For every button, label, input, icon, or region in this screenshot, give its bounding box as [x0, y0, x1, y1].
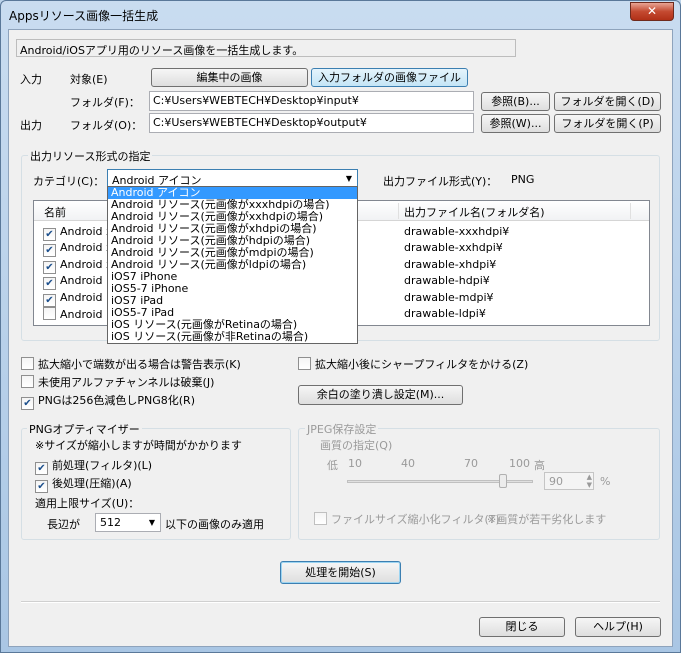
column-name[interactable]: 名前 [44, 204, 66, 220]
description-text: Android/iOSアプリ用のリソース画像を一括生成します。 [16, 39, 516, 57]
quality-low-label: 低 [327, 459, 338, 472]
input-open-folder-button[interactable]: フォルダを開く(D) [554, 92, 661, 111]
filter-note: ※画質が若干劣化します [487, 513, 607, 526]
size-limit-suffix: 以下の画像のみ適用 [165, 518, 264, 531]
input-browse-button[interactable]: 参照(B)... [481, 92, 550, 111]
dropdown-option[interactable]: iOS リソース(元画像が非Retinaの場合) [108, 331, 357, 343]
dropdown-option[interactable]: iOS5-7 iPhone [108, 283, 357, 295]
output-browse-button[interactable]: 参照(W)... [481, 114, 550, 133]
quality-slider-thumb[interactable] [499, 474, 507, 488]
input-section-label: 入力 [20, 73, 42, 86]
sharpen-checkbox[interactable]: 拡大縮小後にシャープフィルタをかける(Z) [298, 356, 528, 372]
file-format-label: 出力ファイル形式(Y)： [383, 175, 498, 188]
chevron-down-icon: ▼ [148, 518, 156, 527]
quality-tick-70: 70 [464, 457, 478, 470]
target-editing-image-button[interactable]: 編集中の画像 [151, 68, 308, 87]
dropdown-option[interactable]: Android リソース(元画像がldpiの場合) [108, 259, 357, 271]
size-reduction-filter-checkbox[interactable]: ファイルサイズ縮小化フィルタ(T) [314, 511, 500, 527]
app-window: Appsリソース画像一括生成 ✕ Android/iOSアプリ用のリソース画像を… [0, 0, 681, 653]
long-side-label: 長辺が [47, 518, 80, 531]
output-folder-label: フォルダ(O)： [70, 119, 143, 132]
column-filename[interactable]: 出力ファイル名(フォルダ名) [404, 204, 545, 220]
dropdown-option[interactable]: Android リソース(元画像がhdpiの場合) [108, 235, 357, 247]
output-section-label: 出力 [20, 119, 42, 132]
png-optimizer-note: ※サイズが縮小しますが時間がかかります [35, 439, 242, 452]
input-target-label: 対象(E) [70, 73, 108, 86]
quality-tick-40: 40 [401, 457, 415, 470]
dropdown-option[interactable]: iOS リソース(元画像がRetinaの場合) [108, 319, 357, 331]
discard-alpha-checkbox[interactable]: 未使用アルファチャンネルは破棄(J) [21, 374, 214, 390]
dropdown-option[interactable]: iOS7 iPad [108, 295, 357, 307]
dropdown-option[interactable]: Android アイコン [108, 187, 357, 199]
footer-divider [21, 601, 660, 603]
quality-percent: % [600, 475, 611, 488]
pre-process-checkbox[interactable]: ✔ 前処理(フィルタ)(L) [35, 457, 152, 475]
size-limit-select[interactable]: 512 ▼ [95, 513, 161, 532]
output-format-group-label: 出力リソース形式の指定 [28, 148, 153, 164]
dropdown-option[interactable]: iOS7 iPhone [108, 271, 357, 283]
category-dropdown-list[interactable]: Android アイコン Android リソース(元画像がxxxhdpiの場合… [107, 186, 358, 344]
quality-value: 90 [549, 475, 563, 488]
file-format-value: PNG [511, 173, 535, 186]
png-optimizer-label: PNGオプティマイザー [27, 421, 142, 437]
category-label: カテゴリ(C)： [33, 175, 105, 188]
close-button[interactable]: 閉じる [479, 617, 565, 637]
output-open-folder-button[interactable]: フォルダを開く(P) [554, 114, 661, 133]
input-folder-label: フォルダ(F)： [70, 96, 140, 109]
spin-arrows-icon: ▲ ▼ [586, 473, 592, 489]
quality-tick-10: 10 [348, 457, 362, 470]
dialog-client: Android/iOSアプリ用のリソース画像を一括生成します。 入力 対象(E)… [8, 29, 673, 647]
margin-fill-settings-button[interactable]: 余白の塗り潰し設定(M)... [298, 385, 463, 405]
limit-size-label: 適用上限サイズ(U)： [35, 497, 140, 510]
window-title: Appsリソース画像一括生成 [9, 9, 159, 23]
quality-high-label: 高 [534, 459, 545, 472]
row-checkbox[interactable]: ✔ [43, 244, 56, 257]
warn-fraction-checkbox[interactable]: 拡大縮小で端数が出る場合は警告表示(K) [21, 356, 241, 372]
dropdown-option[interactable]: Android リソース(元画像がxxxhdpiの場合) [108, 199, 357, 211]
quality-label: 画質の指定(Q) [320, 439, 393, 452]
quality-tick-100: 100 [509, 457, 530, 470]
quality-spinner[interactable]: 90 ▲ ▼ [544, 472, 594, 490]
row-checkbox[interactable] [43, 307, 56, 320]
close-window-button[interactable]: ✕ [630, 2, 674, 21]
dropdown-option[interactable]: iOS5-7 iPad [108, 307, 357, 319]
help-button[interactable]: ヘルプ(H) [575, 617, 661, 637]
row-checkbox[interactable]: ✔ [43, 277, 56, 290]
dropdown-option[interactable]: Android リソース(元画像がxhdpiの場合) [108, 223, 357, 235]
chevron-down-icon: ▼ [345, 174, 353, 183]
dropdown-option[interactable]: Android リソース(元画像がmdpiの場合) [108, 247, 357, 259]
dropdown-option[interactable]: Android リソース(元画像がxxhdpiの場合) [108, 211, 357, 223]
png8-checkbox[interactable]: ✔ PNGは256色減色しPNG8化(R) [21, 392, 195, 410]
size-limit-value: 512 [100, 516, 121, 529]
target-input-folder-button[interactable]: 入力フォルダの画像ファイル [311, 68, 468, 87]
start-processing-button[interactable]: 処理を開始(S) [280, 561, 401, 584]
output-folder-field[interactable]: C:¥Users¥WEBTECH¥Desktop¥output¥ [149, 113, 474, 133]
title-bar[interactable]: Appsリソース画像一括生成 ✕ [1, 1, 680, 29]
jpeg-settings-label: JPEG保存設定 [305, 421, 379, 437]
post-process-checkbox[interactable]: ✔ 後処理(圧縮)(A) [35, 475, 132, 493]
input-folder-field[interactable]: C:¥Users¥WEBTECH¥Desktop¥input¥ [149, 91, 474, 111]
